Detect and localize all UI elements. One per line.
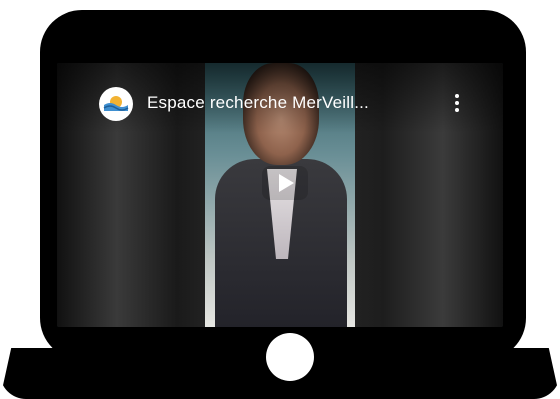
play-icon [279,174,294,192]
video-player[interactable]: Espace recherche MerVeill... [57,63,503,327]
more-vert-icon[interactable] [450,91,464,115]
channel-logo-icon[interactable] [99,87,133,121]
play-button[interactable] [262,166,308,200]
trackpad-circle [266,333,314,381]
video-title[interactable]: Espace recherche MerVeill... [147,93,369,113]
